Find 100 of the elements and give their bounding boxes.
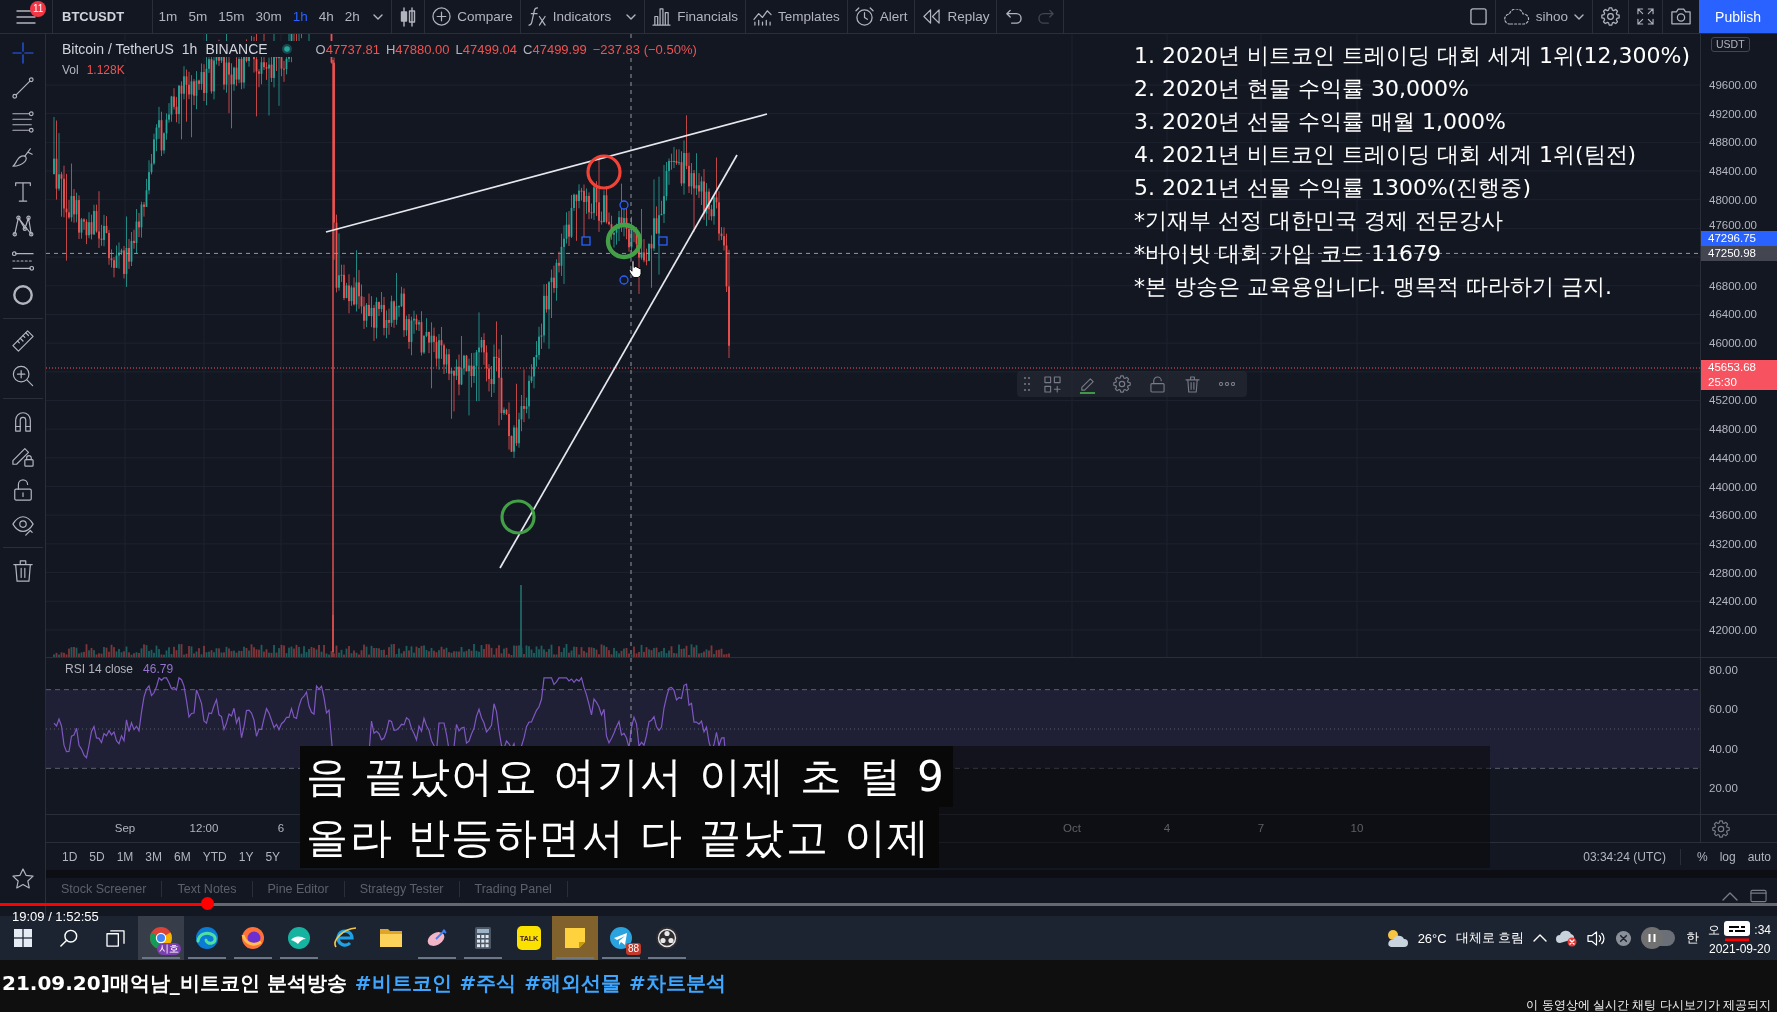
- financials-button[interactable]: Financials: [645, 0, 746, 33]
- interval-button[interactable]: 1m: [153, 0, 183, 33]
- price-axis-label: 42800.00: [1709, 566, 1757, 579]
- volume-value: 1.128K: [86, 63, 125, 77]
- price-axis-label: 44400.00: [1709, 451, 1757, 464]
- interval-button[interactable]: 15m: [212, 0, 250, 33]
- input-method-indicator: 한: [1686, 929, 1700, 947]
- range-button[interactable]: 6M: [168, 843, 197, 870]
- taskbar-app-button[interactable]: 88: [598, 916, 644, 960]
- settings-icon: [1113, 375, 1131, 393]
- price-axis-label: 44000.00: [1709, 480, 1757, 493]
- app-badge: 시호: [157, 943, 181, 955]
- chevron-down-icon: [626, 13, 637, 20]
- menu-button[interactable]: 11: [0, 0, 52, 33]
- price-axis-label: 45200.00: [1709, 394, 1757, 407]
- taskbar-app-button[interactable]: 시호: [138, 916, 184, 960]
- brush-icon: [11, 146, 34, 169]
- maximize-button[interactable]: [1750, 889, 1767, 903]
- replay-button[interactable]: Replay: [915, 0, 997, 33]
- range-button[interactable]: 5D: [83, 843, 111, 870]
- price-axis-label: 49200.00: [1709, 107, 1757, 120]
- scale-button[interactable]: auto: [1741, 843, 1777, 870]
- compare-button[interactable]: Compare: [425, 0, 520, 33]
- interval-button[interactable]: 30m: [249, 0, 288, 33]
- price-axis-label: 48400.00: [1709, 165, 1757, 178]
- folder-icon: [379, 926, 403, 950]
- symbol-button[interactable]: BTCUSDT: [53, 0, 153, 33]
- four-squares-icon: [14, 929, 32, 947]
- camera-icon: [1671, 8, 1692, 25]
- chart-lines-icon: [753, 7, 773, 26]
- time-axis-label: 10: [1350, 822, 1364, 834]
- trend-line-icon: [11, 76, 34, 99]
- open-padlock-icon: [1149, 375, 1165, 393]
- trash-icon: [1184, 375, 1200, 393]
- indicators-button[interactable]: Indicators: [520, 0, 619, 33]
- cloud-error-icon: [1556, 929, 1579, 947]
- overlay-text-line: 1. 2020년 비트코인 트레이딩 대회 세계 1위(12,300%): [1134, 42, 1690, 70]
- price-axis-label: 49600.00: [1709, 79, 1757, 91]
- hand-cursor-icon: [628, 260, 642, 278]
- chevron-up-icon: [1533, 934, 1548, 942]
- playback-time: 19:09 / 1:52:55: [12, 909, 99, 925]
- time-axis-label: 4: [1163, 822, 1171, 834]
- ohlc-value: 47737.81: [325, 41, 380, 57]
- two-windows-icon: [105, 929, 125, 947]
- ohlc-label: C: [523, 41, 533, 57]
- captions-icon: [1724, 920, 1751, 941]
- price-axis-label: 42400.00: [1709, 595, 1757, 608]
- price-axis-label: 43200.00: [1709, 537, 1757, 550]
- price-axis-label: 46800.00: [1709, 279, 1757, 292]
- interval-button[interactable]: 2h: [339, 0, 366, 33]
- cloud-icon: [1503, 8, 1530, 25]
- whale-icon: [287, 926, 311, 950]
- window-icon: [1750, 889, 1767, 903]
- chevron-down-icon: [1574, 13, 1585, 20]
- interval-label: 1h: [181, 41, 198, 57]
- interval-button[interactable]: 5m: [182, 0, 213, 33]
- app-badge: 88: [625, 943, 641, 955]
- publish-button[interactable]: Publish: [1699, 0, 1777, 33]
- time-axis-label: 6: [277, 822, 285, 834]
- range-button[interactable]: 5Y: [259, 843, 287, 870]
- ohlc-label: O: [315, 41, 326, 57]
- e-ring-icon: [333, 926, 357, 950]
- redo-arrow-icon: [1038, 8, 1056, 25]
- alarm-clock-icon: [854, 7, 874, 26]
- flame-globe-icon: [241, 926, 265, 950]
- interval-button[interactable]: 1h: [287, 0, 314, 33]
- range-button[interactable]: YTD: [196, 843, 233, 870]
- ohlc-value: 47499.04: [462, 41, 518, 57]
- alert-button[interactable]: Alert: [847, 0, 915, 33]
- pattern-nodes-icon: [11, 215, 34, 238]
- x-circle-icon: [1615, 929, 1633, 947]
- rsi-axis-label: 40.00: [1709, 742, 1738, 755]
- fullscreen-icon: [1637, 8, 1655, 25]
- overlay-text-line: *기재부 선정 대한민국 경제 전문강사: [1134, 207, 1504, 235]
- chart-settings-button[interactable]: [1712, 819, 1730, 838]
- hashtag-link[interactable]: #주식: [459, 970, 517, 997]
- scale-button[interactable]: log: [1713, 843, 1742, 870]
- tray-expand-button[interactable]: [1533, 934, 1548, 942]
- ruler-icon: [11, 330, 34, 353]
- account-button[interactable]: sihoo: [1495, 0, 1593, 33]
- scale-button[interactable]: %: [1690, 843, 1714, 870]
- autoplay-toggle[interactable]: [1641, 927, 1678, 949]
- selection-handles[interactable]: [581, 200, 668, 285]
- range-button[interactable]: 1D: [56, 843, 84, 870]
- exchange-label: BINANCE: [205, 41, 268, 57]
- rsi-axis-label: 20.00: [1709, 782, 1738, 794]
- interval-button[interactable]: 4h: [313, 0, 340, 33]
- hashtag-link[interactable]: #해외선물: [524, 970, 622, 997]
- hashtag-link[interactable]: #비트코인: [354, 970, 452, 997]
- chevron-up-icon: [1722, 891, 1738, 901]
- templates-button[interactable]: Templates: [746, 0, 847, 33]
- range-button[interactable]: 3M: [139, 843, 169, 870]
- progress-track[interactable]: [0, 903, 1777, 906]
- price-tag-value: 45653.68: [1708, 360, 1757, 376]
- captions-button[interactable]: [1722, 919, 1753, 942]
- crosshair-icon: [11, 42, 34, 65]
- scrubber-handle[interactable]: [201, 897, 215, 910]
- hashtag-link[interactable]: #차트분석: [629, 970, 726, 997]
- range-button[interactable]: 1M: [110, 843, 140, 870]
- range-button[interactable]: 1Y: [232, 843, 260, 870]
